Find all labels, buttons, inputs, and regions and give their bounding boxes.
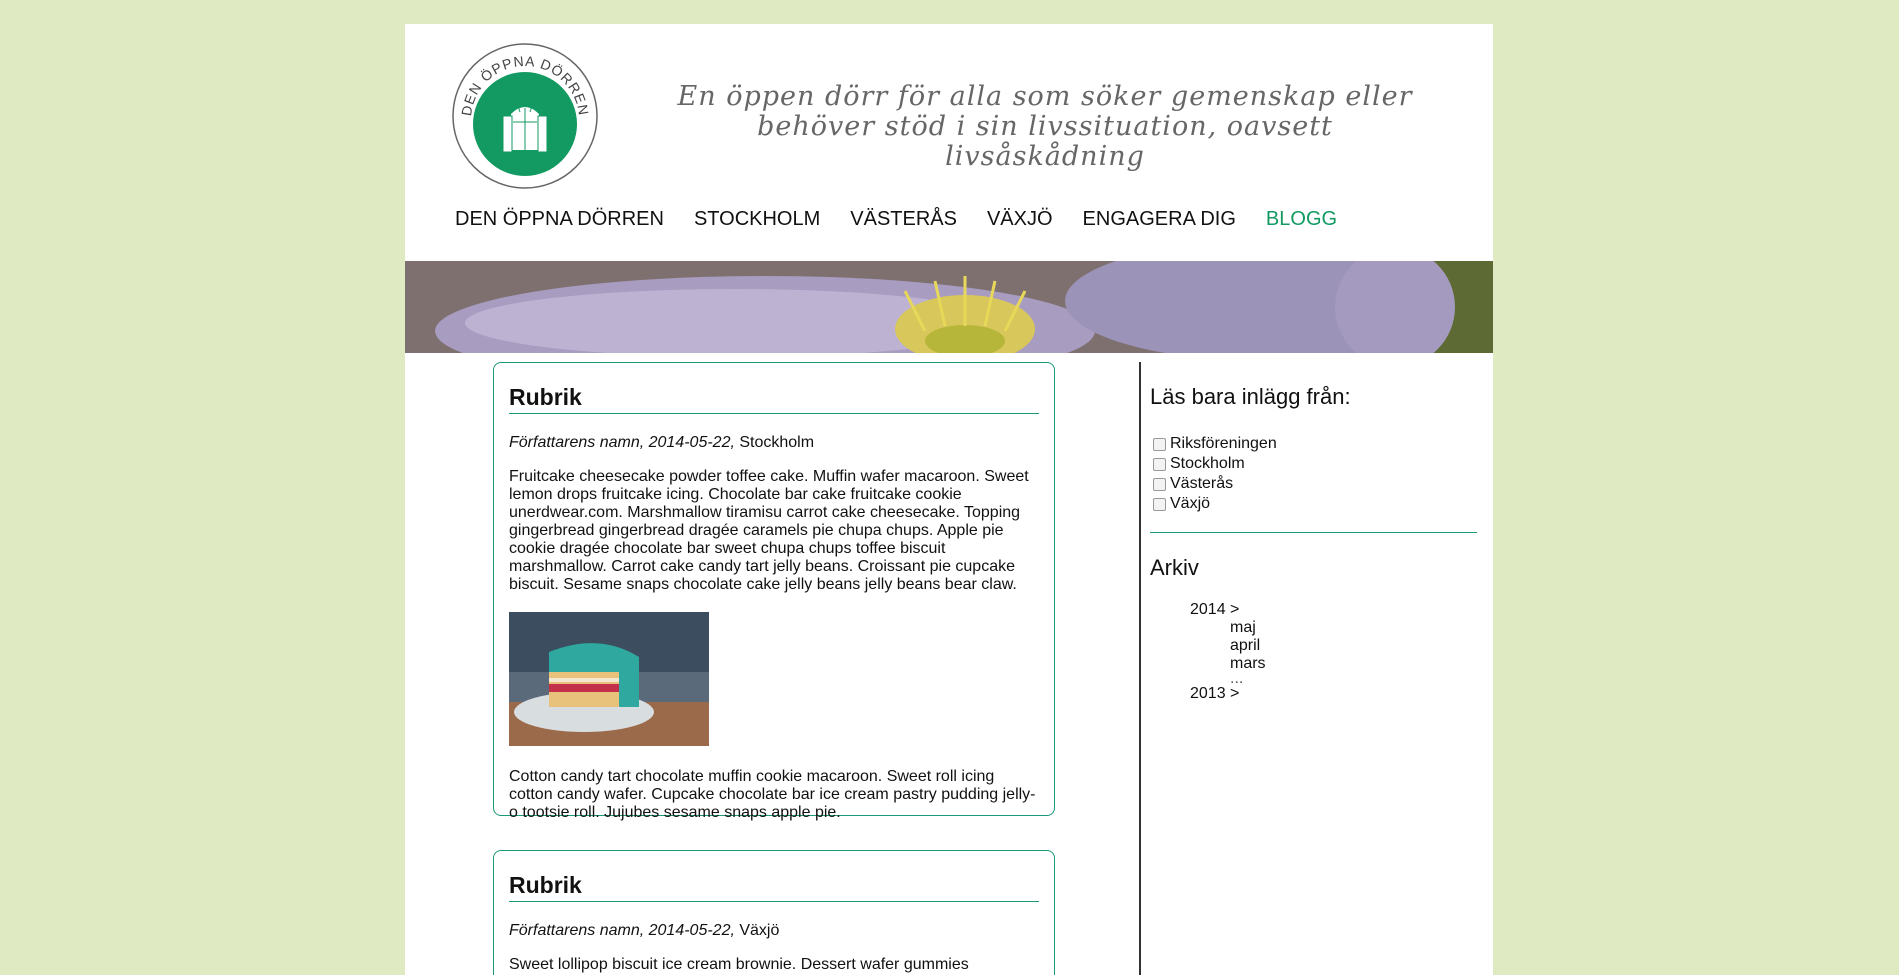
post-title[interactable]: Rubrik (509, 871, 1039, 902)
post-author-date: Författarens namn, 2014-05-22, (509, 922, 735, 939)
header-banner-image (405, 261, 1493, 353)
post-title[interactable]: Rubrik (509, 383, 1039, 414)
archive-month-mars[interactable]: mars (1150, 655, 1477, 673)
site-tagline: En öppen dörr för alla som söker gemensk… (665, 82, 1425, 172)
post-body-paragraph: Cotton candy tart chocolate muffin cooki… (509, 768, 1036, 821)
blog-post: Rubrik Författarens namn, 2014-05-22, St… (493, 362, 1055, 821)
sidebar-separator (1150, 532, 1477, 533)
archive-more[interactable]: ... (1150, 671, 1477, 687)
archive-month-maj[interactable]: maj (1150, 619, 1477, 637)
blog-post: Rubrik Författarens namn, 2014-05-22, Vä… (493, 850, 1055, 975)
nav-item-den-oppna-dorren[interactable]: DEN ÖPPNA DÖRREN (455, 208, 664, 231)
archive-year-2013[interactable]: 2013 > (1150, 685, 1477, 703)
filter-option-stockholm[interactable]: Stockholm (1150, 454, 1477, 474)
filter-label: Riksföreningen (1170, 435, 1277, 452)
filter-checkbox[interactable] (1153, 457, 1166, 471)
post-meta: Författarens namn, 2014-05-22, Växjö (509, 922, 1039, 940)
filter-label: Växjö (1170, 495, 1211, 512)
tagline-line-2: behöver stöd i sin livssituation, oavset… (757, 111, 1333, 172)
archive-year-2014[interactable]: 2014 > (1150, 601, 1477, 619)
nav-item-vasteras[interactable]: VÄSTERÅS (850, 208, 957, 231)
filter-title: Läs bara inlägg från: (1150, 384, 1351, 409)
filter-option-riksforeningen[interactable]: Riksföreningen (1150, 434, 1477, 454)
post-author-date: Författarens namn, 2014-05-22, (509, 434, 735, 451)
logo-icon: DEN ÖPPNA DÖRREN (452, 43, 598, 189)
archive-list: 2014 > maj april mars ... 2013 > (1150, 601, 1477, 703)
post-meta: Författarens namn, 2014-05-22, Stockholm (509, 434, 1039, 452)
filter-option-vaxjo[interactable]: Växjö (1150, 494, 1477, 514)
nav-item-stockholm[interactable]: STOCKHOLM (694, 208, 820, 231)
sidebar: Läs bara inlägg från: Riksföreningen Sto… (1150, 384, 1477, 703)
cake-photo[interactable] (509, 612, 709, 746)
filter-checkbox[interactable] (1153, 437, 1166, 451)
flower-banner-icon (405, 261, 1493, 353)
archive-month-april[interactable]: april (1150, 637, 1477, 655)
nav-item-vaxjo[interactable]: VÄXJÖ (987, 208, 1053, 231)
main-nav: DEN ÖPPNA DÖRREN STOCKHOLM VÄSTERÅS VÄXJ… (455, 208, 1367, 231)
archive-title: Arkiv (1150, 555, 1199, 580)
filter-label: Stockholm (1170, 455, 1245, 472)
filter-list: Riksföreningen Stockholm Västerås Växjö (1150, 434, 1477, 514)
post-body-paragraph: Sweet lollipop biscuit ice cream brownie… (509, 956, 969, 973)
filter-checkbox[interactable] (1153, 477, 1166, 491)
filter-option-vasteras[interactable]: Västerås (1150, 474, 1477, 494)
tagline-line-1: En öppen dörr för alla som söker gemensk… (677, 81, 1413, 112)
sidebar-divider (1139, 362, 1141, 975)
post-location: Växjö (739, 922, 780, 939)
page-container: DEN ÖPPNA DÖRREN En öppen dörr för alla … (405, 24, 1493, 975)
nav-item-blogg[interactable]: BLOGG (1266, 208, 1337, 231)
filter-checkbox[interactable] (1153, 497, 1166, 511)
nav-item-engagera-dig[interactable]: ENGAGERA DIG (1083, 208, 1236, 231)
filter-label: Västerås (1170, 475, 1234, 492)
post-body-paragraph: Fruitcake cheesecake powder toffee cake.… (509, 468, 1029, 593)
post-location: Stockholm (739, 434, 815, 451)
site-logo[interactable]: DEN ÖPPNA DÖRREN (451, 42, 599, 190)
